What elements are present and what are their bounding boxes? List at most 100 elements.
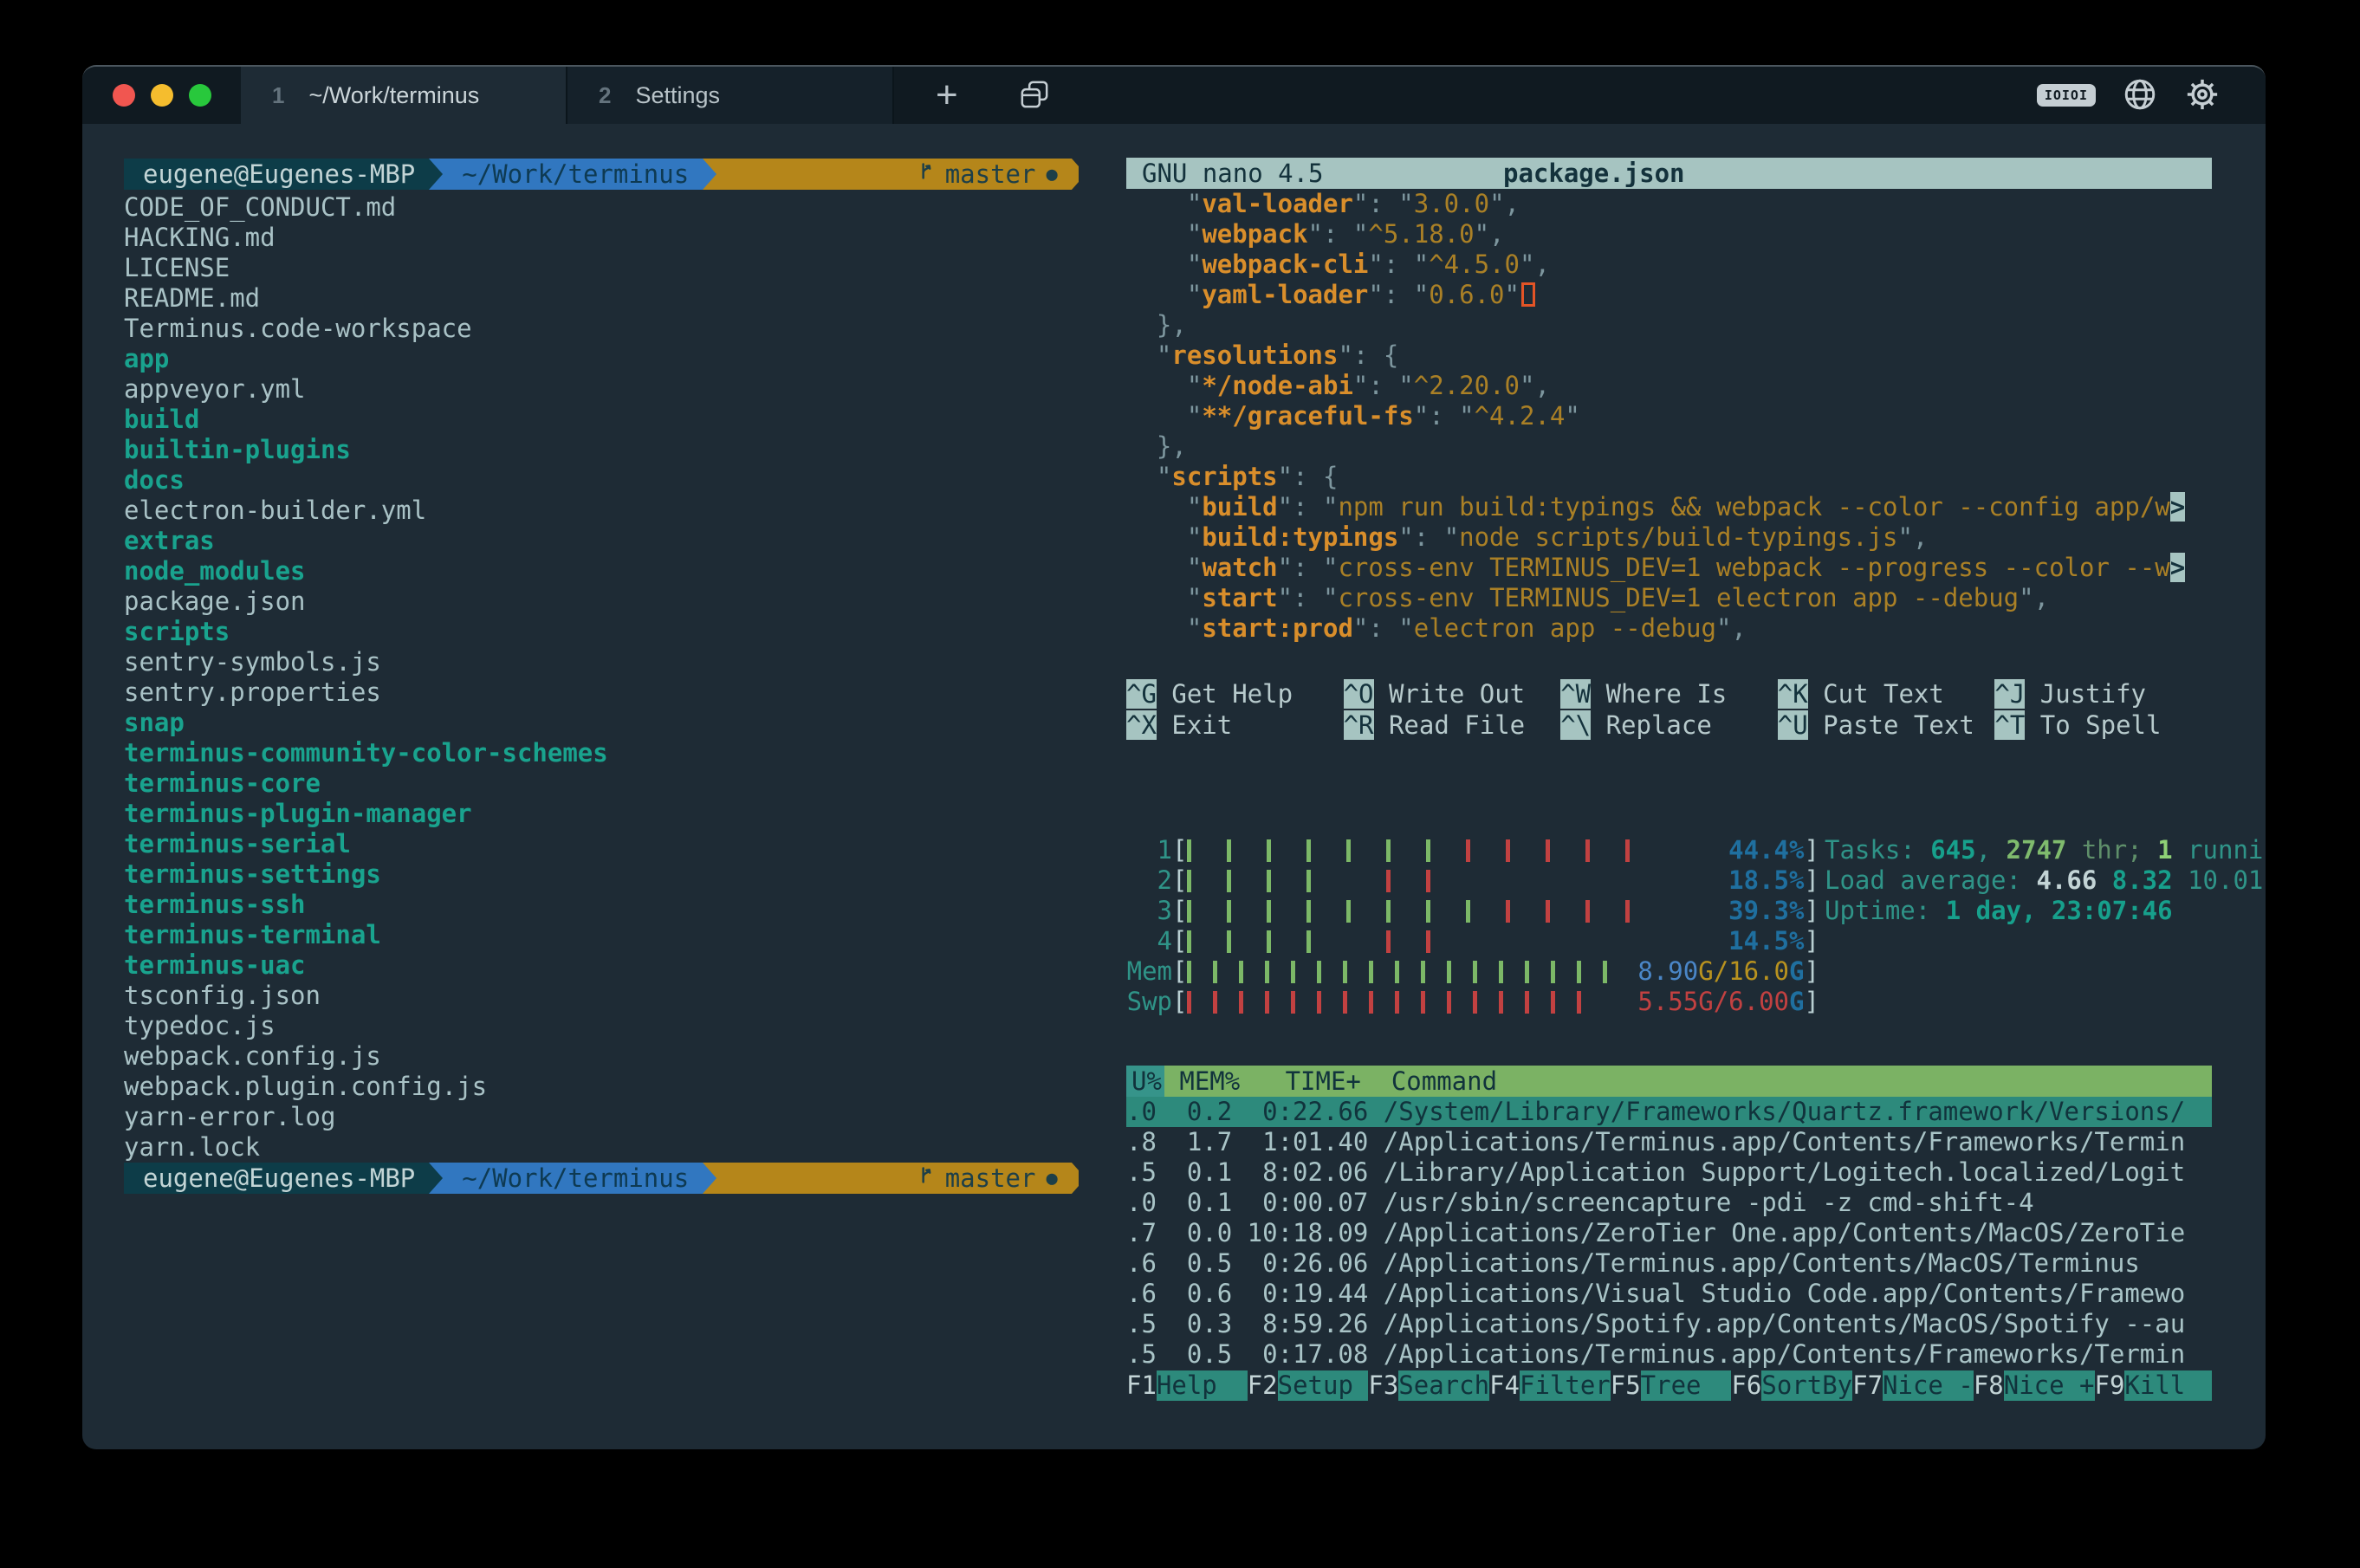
process-row[interactable]: .5 0.1 8:02.06 /Library/Application Supp… <box>1126 1157 2212 1188</box>
meter-bar <box>1267 839 1271 862</box>
process-row[interactable]: .6 0.6 0:19.44 /Applications/Visual Stud… <box>1126 1279 2212 1309</box>
process-row[interactable]: .7 0.0 10:18.09 /Applications/ZeroTier O… <box>1126 1218 2212 1248</box>
directory-item: builtin-plugins <box>124 435 1079 465</box>
nano-cursor <box>1521 282 1535 307</box>
split-duplicate-button[interactable] <box>1017 77 1052 114</box>
file-item: electron-builder.yml <box>124 496 1079 526</box>
shortcut-label: Justify <box>2025 679 2146 709</box>
terminal-pane[interactable]: eugene@Eugenes-MBP ~/Work/terminus maste… <box>82 124 1079 1449</box>
fkey-number: F2 <box>1248 1370 1278 1401</box>
meter-bar <box>1421 961 1425 983</box>
shortcut-key: ^T <box>1994 710 2025 740</box>
meter-bar <box>1386 870 1391 892</box>
file-item: webpack.config.js <box>124 1041 1079 1072</box>
shortcut-label: Where Is <box>1591 679 1727 709</box>
meter-bar <box>1421 991 1425 1014</box>
powerline-arrow-icon <box>1072 1163 1079 1194</box>
shortcut-label: Exit <box>1157 710 1232 740</box>
duplicate-windows-icon <box>1017 101 1052 114</box>
tabbar-spacer <box>1052 67 2037 124</box>
process-row[interactable]: .8 1.7 1:01.40 /Applications/Terminus.ap… <box>1126 1127 2212 1157</box>
close-button[interactable] <box>113 84 135 107</box>
meter-bar <box>1187 991 1191 1014</box>
process-row[interactable]: .5 0.3 8:59.26 /Applications/Spotify.app… <box>1126 1309 2212 1339</box>
meter-bar <box>1187 961 1191 983</box>
meter-bar <box>1267 870 1271 892</box>
meter-bar <box>1317 961 1321 983</box>
meter-bar <box>1267 930 1271 953</box>
swp-meter: Swp[5.55G/6.00G] <box>1126 987 2212 1017</box>
meter-bar <box>1625 839 1630 862</box>
line-continuation-marker: > <box>2170 492 2185 522</box>
directory-item: terminus-core <box>124 768 1079 799</box>
nano-lines: "val-loader": "3.0.0", "webpack": "^5.18… <box>1126 189 2212 644</box>
fkey-action: SortBy <box>1761 1370 1852 1401</box>
prompt-user-segment: eugene@Eugenes-MBP <box>124 1163 429 1194</box>
nano-filename: package.json <box>1503 159 1685 189</box>
shortcut-key: ^\ <box>1560 710 1591 740</box>
process-row[interactable]: .6 0.5 0:26.06 /Applications/Terminus.ap… <box>1126 1248 2212 1279</box>
meter-bar <box>1239 961 1243 983</box>
serial-port-icon[interactable]: IOIOI <box>2037 84 2096 107</box>
process-table-header[interactable]: U% MEM% TIME+ Command <box>1126 1066 2212 1097</box>
settings-gear-icon[interactable] <box>2184 76 2221 115</box>
file-item: sentry.properties <box>124 677 1079 708</box>
tab-settings[interactable]: 2 Settings <box>567 67 894 124</box>
file-item: sentry-symbols.js <box>124 647 1079 677</box>
fkey-action: Help <box>1157 1370 1248 1401</box>
mem-meter: Mem[8.90G/16.0G] <box>1126 956 2212 987</box>
nano-shortcut: ^G Get Help <box>1126 679 1344 710</box>
tab-number: 2 <box>599 82 611 109</box>
shortcut-key: ^O <box>1344 679 1374 709</box>
shortcut-key: ^G <box>1126 679 1157 709</box>
minimize-button[interactable] <box>151 84 173 107</box>
meter-bar <box>1187 839 1191 862</box>
zoom-button[interactable] <box>189 84 211 107</box>
fkey-number: F7 <box>1852 1370 1883 1401</box>
meter-bar <box>1499 961 1503 983</box>
sort-column-header[interactable]: U% <box>1126 1066 1164 1097</box>
fkey-number: F5 <box>1611 1370 1641 1401</box>
nano-line: "webpack": "^5.18.0", <box>1126 219 2212 249</box>
file-item: LICENSE <box>124 253 1079 283</box>
shortcut-label: Write Out <box>1374 679 1526 709</box>
meter-bar <box>1346 900 1351 923</box>
nano-title-bar: GNU nano 4.5 package.json <box>1126 158 2212 189</box>
right-pane[interactable]: GNU nano 4.5 package.json "val-loader": … <box>1079 124 2266 1449</box>
process-row[interactable]: .0 0.2 0:22.66 /System/Library/Framework… <box>1126 1097 2212 1127</box>
meter-area: 8.90G/16.0G <box>1187 956 1804 987</box>
shortcut-label: Cut Text <box>1808 679 1944 709</box>
tab-terminal[interactable]: 1 ~/Work/terminus <box>241 67 567 124</box>
prompt-path-segment: ~/Work/terminus <box>443 1163 703 1194</box>
process-row[interactable]: .5 0.5 0:17.08 /Applications/Terminus.ap… <box>1126 1339 2212 1370</box>
meter-bar <box>1426 900 1430 923</box>
nano-line: "resolutions": { <box>1126 340 2212 371</box>
meter-bar <box>1426 930 1430 953</box>
traffic-lights <box>82 67 241 124</box>
fkey-action: Nice - <box>1883 1370 1974 1401</box>
nano-shortcut: ^\ Replace <box>1560 710 1778 742</box>
nano-shortcut: ^K Cut Text <box>1778 679 1995 710</box>
meter-bar <box>1546 839 1550 862</box>
powerline-arrow-icon <box>429 1163 443 1194</box>
fkey-number: F4 <box>1489 1370 1520 1401</box>
meter-bracket: ] <box>1804 987 1819 1017</box>
process-row[interactable]: .0 0.1 0:00.07 /usr/sbin/screencapture -… <box>1126 1188 2212 1218</box>
nano-line: "yaml-loader": "0.6.0" <box>1126 280 2212 310</box>
htop-process-table: U% MEM% TIME+ Command .0 0.2 0:22.66 /Sy… <box>1126 1066 2212 1401</box>
shortcut-label: Read File <box>1374 710 1526 740</box>
ssh-globe-icon[interactable] <box>2122 76 2158 115</box>
table-columns-header[interactable]: MEM% TIME+ Command <box>1164 1066 2212 1097</box>
git-branch-icon <box>736 1132 935 1224</box>
new-tab-button[interactable]: + <box>930 75 963 115</box>
meter-bar <box>1346 839 1351 862</box>
powerline-arrow-icon <box>703 159 716 190</box>
directory-item: docs <box>124 465 1079 496</box>
nano-line: "**/graceful-fs": "^4.2.4" <box>1126 401 2212 431</box>
meter-bracket: ] <box>1804 926 1819 956</box>
meter-bar <box>1213 961 1217 983</box>
fkey-action: Filter <box>1520 1370 1611 1401</box>
git-dirty-dot: ● <box>1046 159 1057 190</box>
mem-usage-text: 8.90G/16.0G <box>1637 956 1804 987</box>
nano-shortcut: ^U Paste Text <box>1778 710 1995 742</box>
